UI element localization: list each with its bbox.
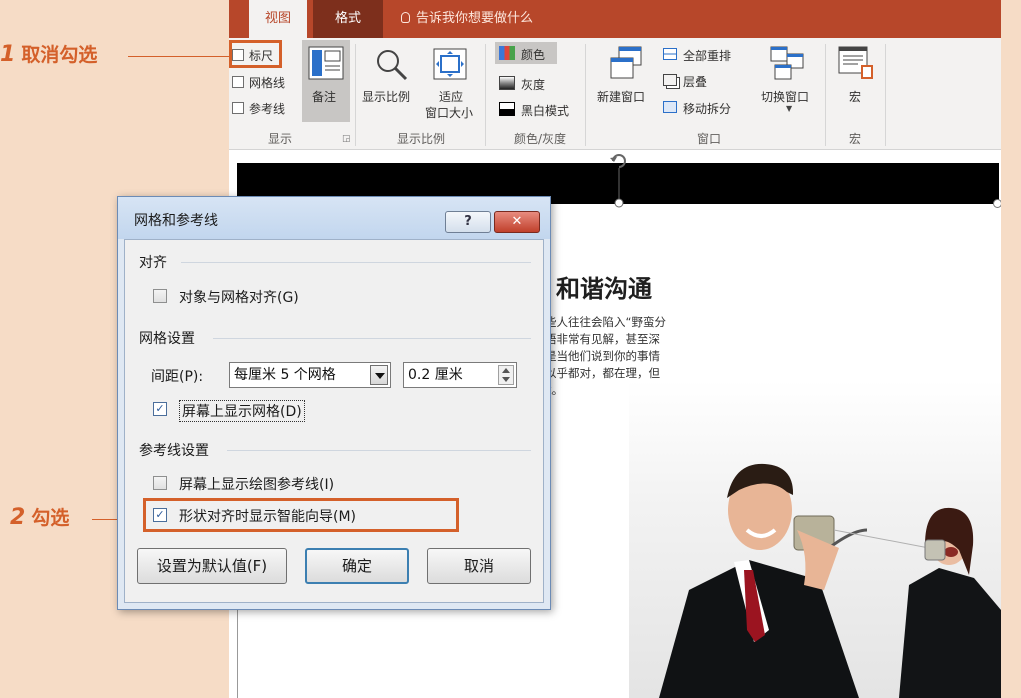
guides-checkbox[interactable] bbox=[232, 102, 244, 114]
zoom-icon bbox=[377, 50, 408, 81]
section-guides: 参考线设置 bbox=[139, 443, 209, 459]
color-icon bbox=[499, 46, 515, 60]
black-white-button[interactable]: 黑白模式 bbox=[521, 102, 569, 119]
section-grid: 网格设置 bbox=[139, 331, 195, 347]
gridlines-label: 网格线 bbox=[249, 76, 286, 90]
callout-line bbox=[128, 56, 231, 57]
ribbon-separator bbox=[485, 44, 486, 146]
spacing-number-value: 0.2 厘米 bbox=[408, 367, 463, 383]
spin-arrows-icon[interactable] bbox=[498, 365, 514, 385]
tab-format[interactable]: 格式 bbox=[313, 0, 383, 38]
guides-label: 参考线 bbox=[249, 102, 286, 116]
fit-to-window-icon bbox=[433, 48, 467, 80]
show-grid-checkbox[interactable]: ✓ bbox=[153, 402, 167, 416]
section-divider bbox=[227, 450, 531, 451]
ruler-highlight-box bbox=[229, 40, 282, 68]
spacing-number-input[interactable]: 0.2 厘米 bbox=[403, 362, 517, 388]
macros-button[interactable]: 宏 bbox=[849, 88, 861, 105]
group-label-window: 窗口 bbox=[696, 132, 721, 146]
dialog-title-bar: 网格和参考线 ? ✕ bbox=[118, 197, 550, 239]
help-button[interactable]: ? bbox=[445, 211, 491, 233]
tell-me-search[interactable]: 告诉我你想要做什么 bbox=[401, 0, 533, 38]
move-split-button[interactable]: 移动拆分 bbox=[683, 100, 731, 117]
cascade-button[interactable]: 层叠 bbox=[683, 73, 707, 90]
notes-icon bbox=[308, 46, 344, 80]
callout-text: 勾选 bbox=[31, 507, 70, 529]
body-line: 是当他们说到你的事情 bbox=[545, 349, 660, 363]
close-button[interactable]: ✕ bbox=[494, 211, 540, 233]
group-label-macros: 宏 bbox=[848, 132, 861, 146]
chevron-down-icon[interactable]: ▼ bbox=[786, 104, 792, 113]
ribbon-view: 标尺 网格线 参考线 备注 显示 ◲ 显示比例 适应 窗口大小 显示比例 颜色 … bbox=[229, 38, 1001, 150]
dialog-body: 对齐 对象与网格对齐(G) 网格设置 间距(P): 每厘米 5 个网格 0.2 … bbox=[124, 239, 544, 603]
cancel-button[interactable]: 取消 bbox=[427, 548, 531, 584]
black-white-icon bbox=[499, 102, 515, 116]
dialog-launcher-icon[interactable]: ◲ bbox=[342, 134, 351, 144]
arrange-all-button[interactable]: 全部重排 bbox=[683, 47, 731, 64]
switch-windows-button[interactable]: 切换窗口 bbox=[761, 88, 809, 105]
color-label: 颜色 bbox=[521, 48, 546, 62]
smart-guides-highlight-box bbox=[143, 498, 459, 532]
callout-text: 取消勾选 bbox=[21, 44, 98, 66]
ribbon-separator bbox=[585, 44, 586, 146]
fit-line2[interactable]: 窗口大小 bbox=[425, 104, 473, 121]
slide-photo bbox=[629, 380, 1001, 698]
gridlines-checkbox[interactable] bbox=[232, 76, 244, 88]
new-window-button[interactable]: 新建窗口 bbox=[597, 88, 645, 105]
body-line: 语非常有见解，甚至深 bbox=[545, 332, 660, 346]
set-default-button[interactable]: 设置为默认值(F) bbox=[137, 548, 287, 584]
ribbon-tab-bar: 视图 格式 告诉我你想要做什么 bbox=[229, 0, 1001, 38]
fit-line1[interactable]: 适应 bbox=[439, 88, 463, 105]
rotate-handle-icon[interactable] bbox=[608, 150, 630, 208]
snap-to-grid-checkbox[interactable] bbox=[153, 289, 167, 303]
callout-check: 2 勾选 bbox=[10, 506, 69, 530]
show-guides-checkbox[interactable] bbox=[153, 476, 167, 490]
spacing-label: 间距(P): bbox=[151, 369, 204, 385]
ribbon-separator bbox=[885, 44, 886, 146]
snap-to-grid-label: 对象与网格对齐(G) bbox=[179, 290, 299, 306]
new-window-icon bbox=[610, 46, 642, 79]
grayscale-icon bbox=[499, 76, 515, 90]
callout-uncheck: 1 取消勾选 bbox=[0, 43, 97, 67]
ribbon-separator bbox=[355, 44, 356, 146]
spacing-select-value: 每厘米 5 个网格 bbox=[234, 367, 336, 383]
grid-and-guides-dialog: 网格和参考线 ? ✕ 对齐 对象与网格对齐(G) 网格设置 间距(P): 每厘米… bbox=[117, 196, 551, 610]
section-divider bbox=[213, 338, 531, 339]
group-label-color: 颜色/灰度 bbox=[513, 132, 567, 146]
group-label-show: 显示 bbox=[267, 132, 292, 146]
arrange-all-icon bbox=[663, 48, 677, 60]
dialog-title: 网格和参考线 bbox=[134, 213, 218, 229]
tab-view[interactable]: 视图 bbox=[249, 0, 307, 38]
switch-windows-icon bbox=[770, 46, 804, 80]
show-grid-label: 屏幕上显示网格(D) bbox=[179, 400, 305, 422]
spacing-select[interactable]: 每厘米 5 个网格 bbox=[229, 362, 391, 388]
cascade-icon bbox=[663, 74, 677, 86]
business-people-image bbox=[659, 463, 1001, 698]
ok-button[interactable]: 确定 bbox=[305, 548, 409, 584]
ribbon-separator bbox=[825, 44, 826, 146]
group-label-zoom: 显示比例 bbox=[396, 132, 445, 146]
zoom-button[interactable]: 显示比例 bbox=[362, 88, 410, 105]
move-split-icon bbox=[663, 101, 677, 113]
body-line: 些人往往会陷入“野蛮分 bbox=[545, 315, 666, 329]
section-divider bbox=[181, 262, 531, 263]
section-align: 对齐 bbox=[139, 255, 167, 271]
resize-handle[interactable] bbox=[993, 199, 1001, 208]
callout-number: 1 bbox=[0, 42, 16, 67]
show-guides-label: 屏幕上显示绘图参考线(I) bbox=[179, 477, 335, 493]
macros-icon bbox=[838, 46, 873, 79]
tell-me-text: 告诉我你想要做什么 bbox=[416, 11, 534, 26]
lightbulb-icon bbox=[401, 12, 410, 23]
notes-label: 备注 bbox=[312, 90, 337, 104]
callout-number: 2 bbox=[10, 505, 26, 530]
chevron-down-icon[interactable] bbox=[370, 365, 388, 385]
slide-title: 和谐沟通 bbox=[556, 274, 652, 303]
grayscale-button[interactable]: 灰度 bbox=[521, 76, 545, 93]
